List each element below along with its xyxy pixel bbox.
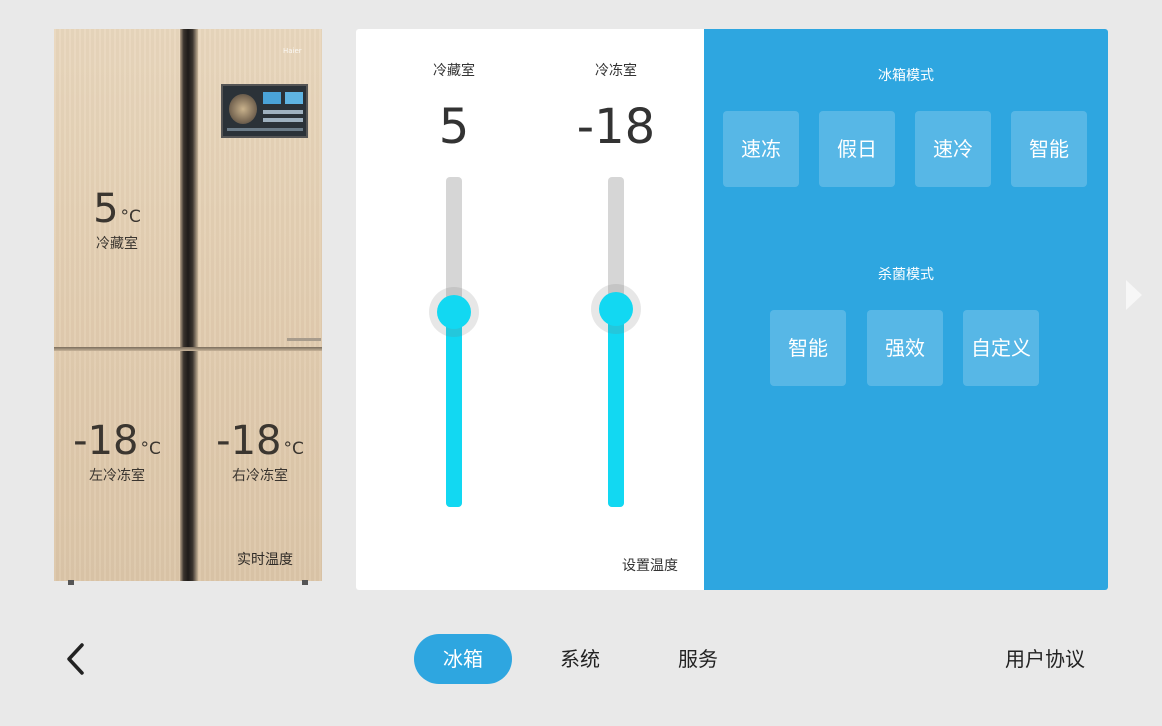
right-freezer-current-temp: -18 °C 右冷冻室	[198, 419, 322, 485]
refrigerator-current-temp: 5 °C 冷藏室	[54, 187, 180, 253]
freezer-setting: 冷冻室 -18	[541, 29, 691, 590]
temp-unit: °C	[283, 439, 304, 459]
temp-value: 5	[93, 186, 119, 232]
door-gap	[180, 29, 198, 581]
refrigerator-setting: 冷藏室 5	[379, 29, 529, 590]
mode-button-smart[interactable]: 智能	[1011, 111, 1087, 187]
tab-fridge[interactable]: 冰箱	[414, 634, 512, 684]
sterilize-button-custom[interactable]: 自定义	[963, 310, 1039, 386]
slider-fill	[446, 312, 462, 507]
zone-label: 左冷冻室	[89, 468, 145, 484]
tab-service[interactable]: 服务	[658, 634, 738, 684]
fridge-screen-image	[221, 84, 308, 138]
sterilize-button-strong[interactable]: 强效	[867, 310, 943, 386]
mode-panel: 冰箱模式 速冻 假日 速冷 智能 杀菌模式 智能 强效 自定义	[704, 29, 1108, 590]
slider-fill	[608, 309, 624, 507]
temp-unit: °C	[140, 439, 161, 459]
slider-knob[interactable]	[599, 292, 633, 326]
refrigerator-set-value: 5	[438, 99, 470, 155]
temp-value: -18	[216, 418, 282, 464]
brand-logo: Haier	[283, 47, 302, 55]
freezer-set-value: -18	[576, 99, 656, 155]
chevron-left-icon[interactable]	[62, 640, 92, 678]
sterilize-mode-title: 杀菌模式	[878, 267, 934, 283]
chevron-right-icon[interactable]	[1126, 280, 1142, 310]
temp-unit: °C	[120, 207, 141, 227]
mode-button-quick-freeze[interactable]: 速冻	[723, 111, 799, 187]
mode-button-quick-cool[interactable]: 速冷	[915, 111, 991, 187]
zone-label: 右冷冻室	[232, 468, 288, 484]
fridge-image: Haier 5 °C 冷藏室 -18 °C 左冷冻室 -18 °C 右冷冻室 实时温度	[54, 29, 322, 585]
set-temperature-panel: 冷藏室 5 冷冻室 -18 设置温度	[356, 29, 704, 590]
refrigerator-slider[interactable]	[429, 177, 479, 507]
realtime-temp-caption: 实时温度	[237, 552, 293, 568]
tab-system[interactable]: 系统	[540, 634, 620, 684]
zone-label: 冷藏室	[96, 236, 138, 252]
set-temp-caption: 设置温度	[622, 558, 678, 574]
door-divider	[54, 347, 322, 351]
fridge-mode-title: 冰箱模式	[878, 68, 934, 84]
left-freezer-current-temp: -18 °C 左冷冻室	[54, 419, 180, 485]
temp-value: -18	[73, 418, 139, 464]
user-agreement-link[interactable]: 用户协议	[1005, 634, 1085, 684]
freezer-label: 冷冻室	[595, 63, 637, 79]
sterilize-button-smart[interactable]: 智能	[770, 310, 846, 386]
door-handle	[287, 338, 321, 341]
refrigerator-label: 冷藏室	[433, 63, 475, 79]
freezer-slider[interactable]	[591, 177, 641, 507]
mode-button-holiday[interactable]: 假日	[819, 111, 895, 187]
